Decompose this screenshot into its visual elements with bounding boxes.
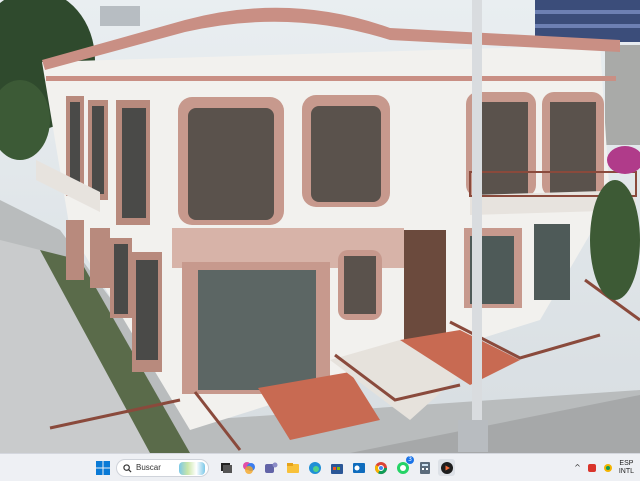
edge-icon[interactable] xyxy=(306,459,323,476)
taskbar-search-box[interactable]: Buscar xyxy=(116,458,209,477)
media-player-icon[interactable] xyxy=(438,459,455,476)
calculator-icon[interactable] xyxy=(416,459,433,476)
search-highlight-image xyxy=(179,461,205,475)
search-placeholder: Buscar xyxy=(136,463,161,472)
file-explorer-icon[interactable] xyxy=(284,459,301,476)
tray-app-icon-2[interactable] xyxy=(603,458,613,477)
language-code: ESP xyxy=(619,459,634,467)
whatsapp-notification-badge: 3 xyxy=(406,456,414,464)
windows-start-icon[interactable] xyxy=(94,459,111,476)
whatsapp-icon[interactable]: 3 xyxy=(394,456,414,476)
task-view-icon[interactable] xyxy=(218,459,235,476)
copilot-icon[interactable] xyxy=(240,459,257,476)
teams-icon[interactable] xyxy=(262,459,279,476)
desktop-wallpaper xyxy=(0,0,640,453)
search-icon xyxy=(123,458,132,477)
chrome-icon[interactable] xyxy=(372,459,389,476)
keyboard-layout: INTL xyxy=(618,467,634,475)
tray-app-icon[interactable] xyxy=(587,458,597,477)
wallpaper-photo xyxy=(0,0,640,453)
outlook-icon[interactable] xyxy=(350,459,367,476)
store-icon[interactable] xyxy=(328,459,345,476)
keyboard-language-indicator[interactable]: ESP INTL xyxy=(619,460,634,476)
chevron-up-icon[interactable]: ^ xyxy=(574,463,581,472)
taskbar: Buscar 3 ^ ESP INTL xyxy=(0,453,640,481)
taskbar-apps: Buscar 3 xyxy=(94,454,455,481)
system-tray: ^ ESP INTL xyxy=(574,454,634,481)
